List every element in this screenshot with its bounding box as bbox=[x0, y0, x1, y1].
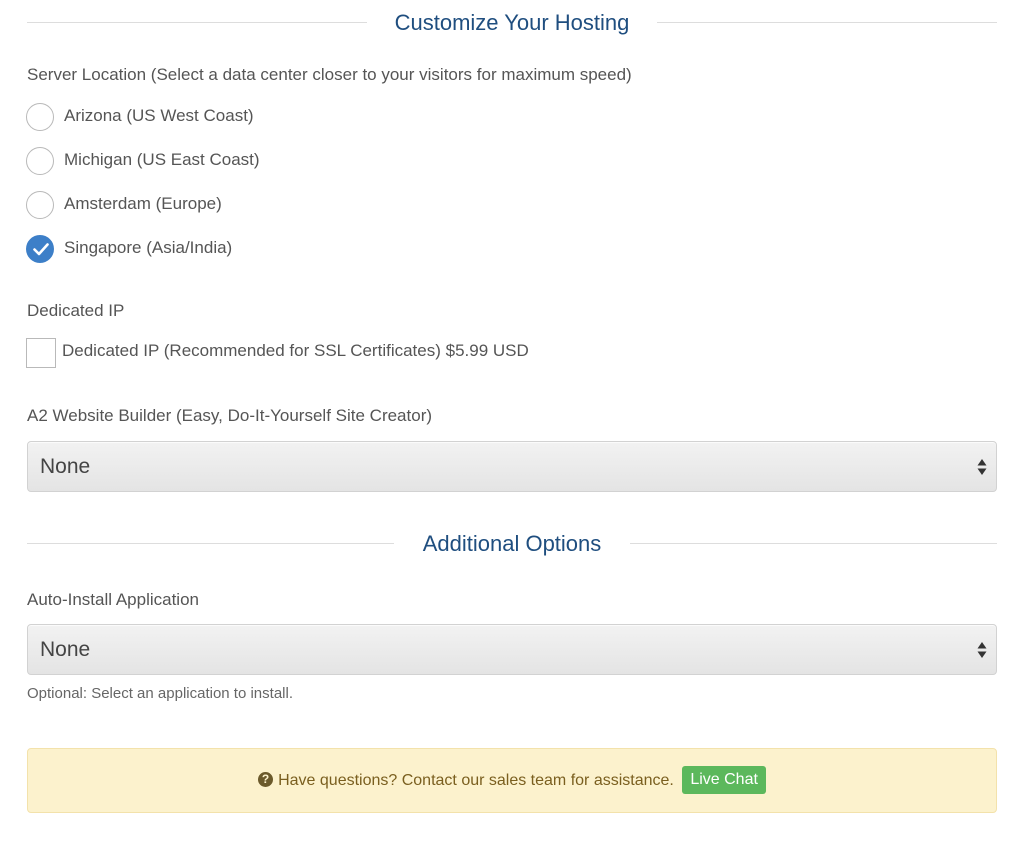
radio-option-michigan[interactable]: Michigan (US East Coast) bbox=[26, 147, 626, 179]
select-value: None bbox=[40, 455, 91, 478]
auto-install-helper-text: Optional: Select an application to insta… bbox=[27, 685, 293, 702]
radio-option-singapore[interactable]: Singapore (Asia/India) bbox=[26, 235, 626, 267]
additional-section-heading: Additional Options bbox=[27, 525, 997, 565]
additional-title: Additional Options bbox=[422, 531, 602, 556]
customize-section-heading: Customize Your Hosting bbox=[27, 4, 997, 44]
select-arrows-icon bbox=[977, 459, 987, 475]
auto-install-select[interactable]: None bbox=[27, 624, 997, 675]
radio-label[interactable]: Michigan (US East Coast) bbox=[64, 149, 260, 171]
sales-notice-box: ? Have questions? Contact our sales team … bbox=[27, 748, 997, 813]
radio-button[interactable] bbox=[26, 191, 54, 219]
radio-label[interactable]: Amsterdam (Europe) bbox=[64, 193, 222, 215]
radio-button[interactable] bbox=[26, 147, 54, 175]
question-circle-icon: ? bbox=[258, 771, 274, 787]
select-value: None bbox=[40, 638, 91, 661]
website-builder-select[interactable]: None bbox=[27, 441, 997, 492]
customize-title: Customize Your Hosting bbox=[394, 10, 630, 35]
server-location-label: Server Location (Select a data center cl… bbox=[27, 65, 632, 84]
live-chat-button[interactable]: Live Chat bbox=[682, 766, 766, 794]
radio-label[interactable]: Arizona (US West Coast) bbox=[64, 105, 254, 127]
notice-text: Have questions? Contact our sales team f… bbox=[278, 772, 674, 789]
radio-option-amsterdam[interactable]: Amsterdam (Europe) bbox=[26, 191, 626, 223]
radio-label[interactable]: Singapore (Asia/India) bbox=[64, 237, 232, 259]
website-builder-label: A2 Website Builder (Easy, Do-It-Yourself… bbox=[27, 406, 433, 425]
select-arrows-icon bbox=[977, 642, 987, 658]
dedicated-ip-label: Dedicated IP bbox=[27, 301, 125, 320]
auto-install-label: Auto-Install Application bbox=[27, 590, 199, 609]
notice-content: ? Have questions? Contact our sales team … bbox=[28, 766, 996, 795]
radio-button[interactable] bbox=[26, 103, 54, 131]
radio-button-checked[interactable] bbox=[26, 235, 54, 263]
dedicated-ip-checkbox[interactable] bbox=[26, 338, 56, 368]
dedicated-ip-checkbox-label[interactable]: Dedicated IP (Recommended for SSL Certif… bbox=[62, 340, 529, 362]
checkmark-icon bbox=[33, 243, 49, 256]
radio-option-arizona[interactable]: Arizona (US West Coast) bbox=[26, 103, 626, 135]
